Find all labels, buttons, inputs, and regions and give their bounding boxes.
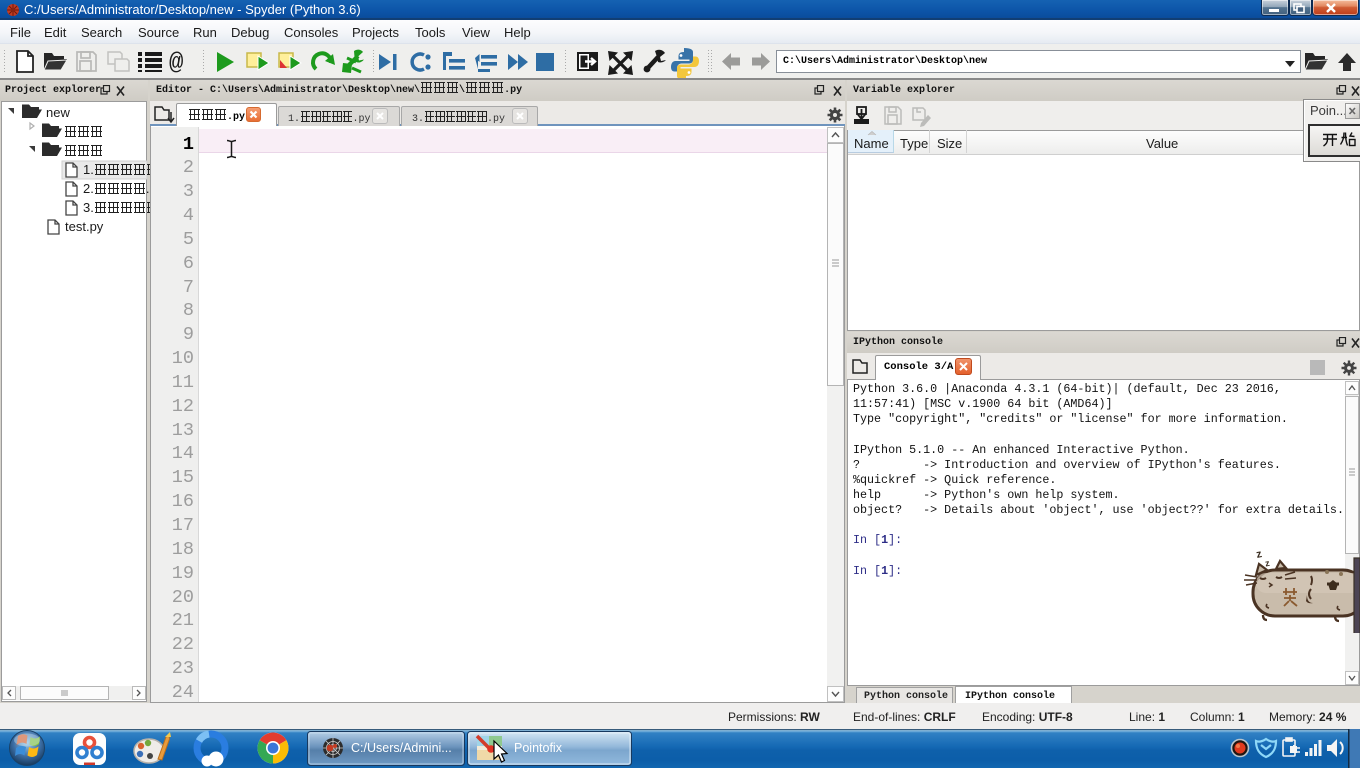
svg-text:z: z <box>1264 558 1271 569</box>
svg-text:C:/Users/Admini...: C:/Users/Admini... <box>351 741 452 755</box>
svg-text:@: @ <box>169 50 183 77</box>
svg-text:z: z <box>1255 548 1263 561</box>
svg-text:Pointofix: Pointofix <box>514 741 563 755</box>
